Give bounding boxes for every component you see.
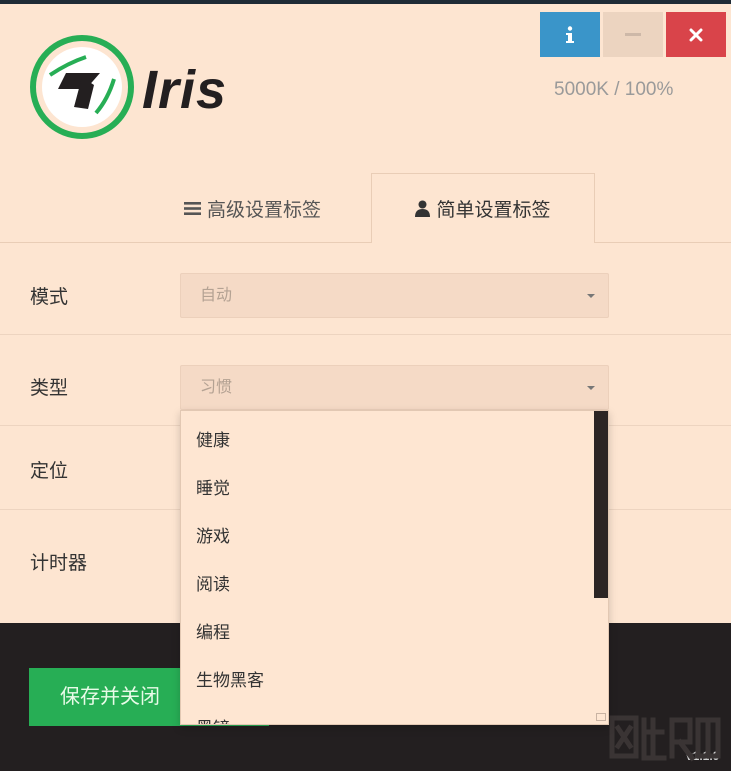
tab-label: 简单设置标签 bbox=[436, 200, 551, 221]
timer-label: 计时器 bbox=[30, 553, 88, 574]
row-divider bbox=[0, 334, 731, 335]
type-dropdown-list[interactable]: 健康 睡觉 游戏 阅读 编程 生物黑客 黑镜 bbox=[180, 410, 609, 725]
scrollbar-end-marker bbox=[596, 713, 606, 721]
info-icon bbox=[566, 25, 574, 43]
close-icon bbox=[689, 28, 703, 41]
dropdown-option[interactable]: 阅读 bbox=[196, 570, 230, 595]
mode-label: 模式 bbox=[30, 287, 69, 308]
dropdown-option[interactable]: 健康 bbox=[196, 426, 230, 451]
type-value: 习惯 bbox=[200, 379, 233, 396]
menu-icon bbox=[183, 201, 201, 216]
info-button[interactable] bbox=[540, 12, 600, 57]
type-label: 类型 bbox=[30, 378, 69, 399]
tab-simple-settings[interactable]: 简单设置标签 bbox=[371, 173, 595, 243]
close-button[interactable] bbox=[666, 12, 726, 57]
dropdown-option[interactable]: 睡觉 bbox=[196, 474, 230, 499]
caret-down-icon bbox=[587, 294, 595, 298]
dropdown-option[interactable]: 游戏 bbox=[196, 522, 230, 547]
color-temperature-status: 5000K / 100% bbox=[554, 79, 674, 100]
mode-select[interactable]: 自动 bbox=[180, 273, 609, 318]
dropdown-option[interactable]: 编程 bbox=[196, 618, 230, 643]
watermark-logo bbox=[609, 715, 721, 762]
iris-logo-icon bbox=[30, 35, 134, 139]
tab-label: 高级设置标签 bbox=[206, 199, 321, 221]
minimize-icon bbox=[625, 32, 641, 36]
minimize-button[interactable] bbox=[603, 12, 663, 57]
dropdown-option[interactable]: 生物黑客 bbox=[196, 666, 264, 691]
user-icon bbox=[415, 200, 431, 217]
tab-divider bbox=[594, 242, 731, 243]
top-strip bbox=[0, 0, 731, 4]
dropdown-option[interactable]: 黑镜 bbox=[196, 714, 230, 724]
type-select[interactable]: 习惯 bbox=[180, 365, 609, 410]
tab-advanced-settings[interactable]: 高级设置标签 bbox=[150, 173, 355, 243]
location-label: 定位 bbox=[30, 461, 69, 482]
caret-down-icon bbox=[587, 386, 595, 390]
brand-name: Iris bbox=[142, 60, 228, 120]
dropdown-scrollbar-thumb[interactable] bbox=[594, 411, 608, 598]
mode-value: 自动 bbox=[200, 287, 233, 304]
